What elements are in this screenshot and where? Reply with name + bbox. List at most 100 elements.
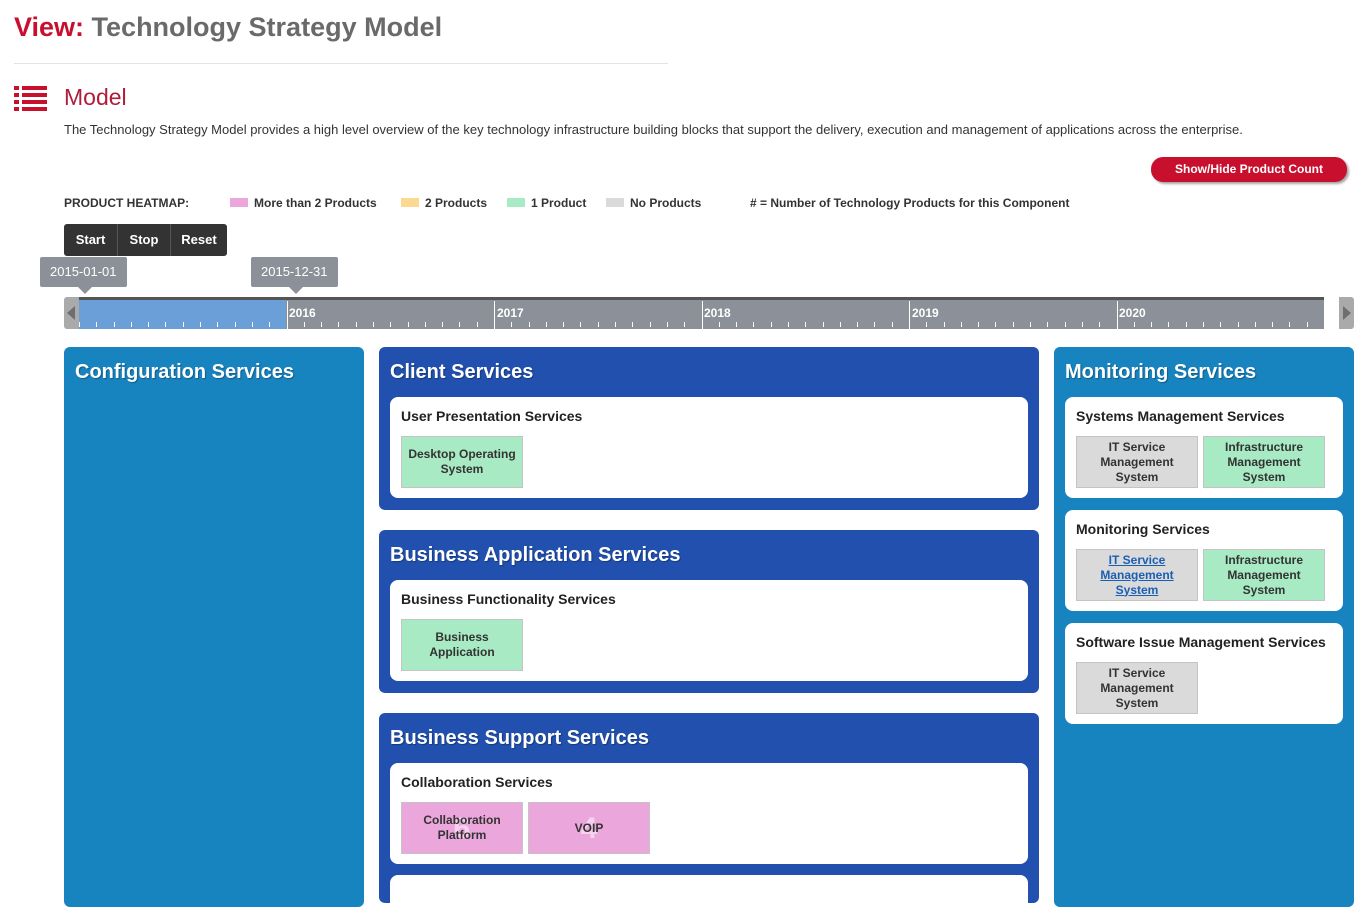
- month-tick: [321, 322, 322, 327]
- month-tick: [131, 322, 132, 327]
- month-tick: [356, 322, 357, 327]
- business-application-services-panel: Business Application Services Business F…: [379, 530, 1039, 693]
- monitoring-services-box: Monitoring Services IT Service Managemen…: [1065, 510, 1343, 611]
- month-tick: [1082, 322, 1083, 327]
- tile-it-service-management-system-link[interactable]: IT Service Management System: [1076, 549, 1198, 601]
- month-tick: [1134, 322, 1135, 327]
- month-tick: [1168, 322, 1169, 327]
- slider-left-button[interactable]: [64, 297, 79, 329]
- arrow-left-icon: [67, 306, 75, 320]
- month-tick: [79, 322, 80, 327]
- month-tick: [1255, 322, 1256, 327]
- month-tick: [1047, 322, 1048, 327]
- tile-infrastructure-management-system[interactable]: Infrastructure Management System: [1203, 549, 1325, 601]
- legend-label-more-than-2: More than 2 Products: [254, 196, 377, 210]
- column-title: Monitoring Services: [1065, 361, 1257, 383]
- month-tick: [269, 322, 270, 327]
- month-tick: [632, 322, 633, 327]
- legend-swatch-none: [606, 198, 624, 207]
- group-title: Business Functionality Services: [401, 591, 616, 607]
- panel-title: Client Services: [390, 361, 534, 383]
- month-tick: [736, 322, 737, 327]
- month-tick: [252, 322, 253, 327]
- tile-business-application[interactable]: Business Application: [401, 619, 523, 671]
- month-tick: [304, 322, 305, 327]
- collaboration-services-box: Collaboration Services 6 Collaboration P…: [390, 763, 1028, 864]
- tile-link-label[interactable]: IT Service Management System: [1077, 553, 1197, 598]
- title-divider: [14, 63, 668, 64]
- tile-it-service-management-system[interactable]: IT Service Management System: [1076, 436, 1198, 488]
- month-tick: [580, 322, 581, 327]
- month-tick: [857, 322, 858, 327]
- column-title: Configuration Services: [75, 361, 294, 383]
- monitoring-services-column: Monitoring Services Systems Management S…: [1054, 347, 1354, 907]
- month-tick: [978, 322, 979, 327]
- month-tick: [459, 322, 460, 327]
- slider-right-button[interactable]: [1339, 297, 1354, 329]
- configuration-services-column: Configuration Services: [64, 347, 364, 907]
- systems-management-services-box: Systems Management Services IT Service M…: [1065, 397, 1343, 498]
- show-hide-product-count-button[interactable]: Show/Hide Product Count: [1151, 157, 1347, 182]
- month-tick: [840, 322, 841, 327]
- slider-track[interactable]: 2016 2017 2018 2019 2020: [79, 297, 1324, 329]
- year-tick: [287, 301, 288, 329]
- tile-voip[interactable]: 4 VOIP: [528, 802, 650, 854]
- month-tick: [546, 322, 547, 327]
- month-tick: [1238, 322, 1239, 327]
- reset-button[interactable]: Reset: [171, 224, 227, 256]
- business-support-services-panel: Business Support Services Collaboration …: [379, 713, 1039, 915]
- month-tick: [235, 322, 236, 327]
- month-tick: [615, 322, 616, 327]
- stop-button[interactable]: Stop: [118, 224, 171, 256]
- business-functionality-services-box: Business Functionality Services Business…: [390, 580, 1028, 681]
- year-label: 2017: [497, 306, 524, 320]
- panel-title: Business Application Services: [390, 544, 681, 566]
- range-end-label: 2015-12-31: [251, 257, 338, 294]
- month-tick: [926, 322, 927, 327]
- month-tick: [1030, 322, 1031, 327]
- tile-label: Infrastructure Management System: [1224, 552, 1304, 597]
- month-tick: [961, 322, 962, 327]
- tile-label: Collaboration Platform: [423, 813, 501, 842]
- range-start-label: 2015-01-01: [40, 257, 127, 294]
- month-tick: [944, 322, 945, 327]
- timeline-slider[interactable]: 2016 2017 2018 2019 2020: [64, 297, 1354, 329]
- month-tick: [1186, 322, 1187, 327]
- page-title: View: Technology Strategy Model: [14, 12, 442, 43]
- group-title: Software Issue Management Services: [1076, 634, 1326, 650]
- panel-title: Business Support Services: [390, 727, 649, 749]
- month-tick: [598, 322, 599, 327]
- start-button[interactable]: Start: [64, 224, 118, 256]
- month-tick: [1151, 322, 1152, 327]
- list-icon: [14, 86, 47, 111]
- tile-label: Infrastructure Management System: [1224, 439, 1304, 484]
- tile-collaboration-platform[interactable]: 6 Collaboration Platform: [401, 802, 523, 854]
- month-tick: [788, 322, 789, 327]
- month-tick: [892, 322, 893, 327]
- year-tick: [1117, 301, 1118, 329]
- year-label: 2018: [704, 306, 731, 320]
- month-tick: [165, 322, 166, 327]
- month-tick: [719, 322, 720, 327]
- year-label: 2016: [289, 306, 316, 320]
- tile-infrastructure-management-system[interactable]: Infrastructure Management System: [1203, 436, 1325, 488]
- view-label: View:: [14, 12, 85, 42]
- month-tick: [1289, 322, 1290, 327]
- month-tick: [1099, 322, 1100, 327]
- month-tick: [1307, 322, 1308, 327]
- month-tick: [823, 322, 824, 327]
- year-label: 2019: [912, 306, 939, 320]
- month-tick: [373, 322, 374, 327]
- month-tick: [390, 322, 391, 327]
- next-group-box: [390, 875, 1028, 915]
- month-tick: [667, 322, 668, 327]
- tile-it-service-management-system[interactable]: IT Service Management System: [1076, 662, 1198, 714]
- tile-desktop-operating-system[interactable]: Desktop Operating System: [401, 436, 523, 488]
- month-tick: [148, 322, 149, 327]
- month-tick: [408, 322, 409, 327]
- month-tick: [477, 322, 478, 327]
- tile-label: Desktop Operating System: [408, 447, 516, 476]
- month-tick: [200, 322, 201, 327]
- month-tick: [338, 322, 339, 327]
- legend-title: PRODUCT HEATMAP:: [64, 196, 190, 210]
